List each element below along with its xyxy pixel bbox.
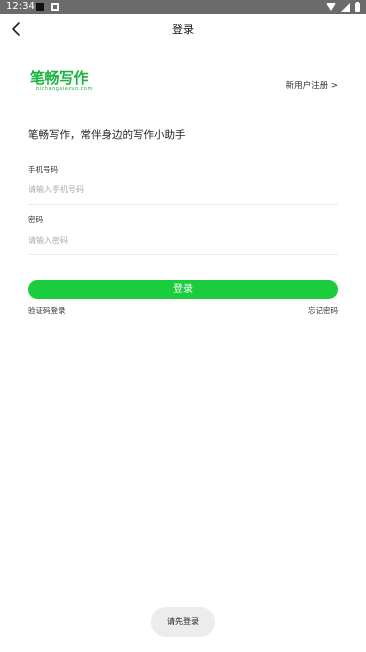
phone-divider <box>28 204 338 205</box>
wifi-icon <box>326 3 336 11</box>
page-title: 登录 <box>172 23 194 36</box>
password-input[interactable] <box>28 231 338 249</box>
password-divider <box>28 254 338 255</box>
logo-text: 笔畅写作 <box>30 69 89 87</box>
notification-icon <box>36 3 44 11</box>
app-logo: 笔畅写作 bichangxiezuo.com <box>30 69 93 94</box>
status-icons <box>326 1 360 12</box>
sms-login-link[interactable]: 验证码登录 <box>28 305 66 316</box>
logo-subtext: bichangxiezuo.com <box>36 86 93 92</box>
battery-icon <box>355 1 360 12</box>
app-bar: 登录 <box>0 14 366 44</box>
toast-message: 请先登录 <box>151 607 215 637</box>
phone-input[interactable] <box>28 180 338 198</box>
notification-icon-secondary <box>51 3 59 11</box>
phone-label: 手机号码 <box>28 165 58 174</box>
forgot-password-link[interactable]: 忘记密码 <box>308 305 338 316</box>
register-link[interactable]: 新用户注册 > <box>286 79 338 91</box>
signal-icon <box>341 2 350 12</box>
status-time: 12:34 <box>6 1 35 12</box>
login-button[interactable]: 登录 <box>28 280 338 299</box>
slogan: 笔畅写作，常伴身边的写作小助手 <box>28 129 186 141</box>
status-bar: 12:34 <box>0 0 366 14</box>
password-label: 密码 <box>28 215 43 224</box>
